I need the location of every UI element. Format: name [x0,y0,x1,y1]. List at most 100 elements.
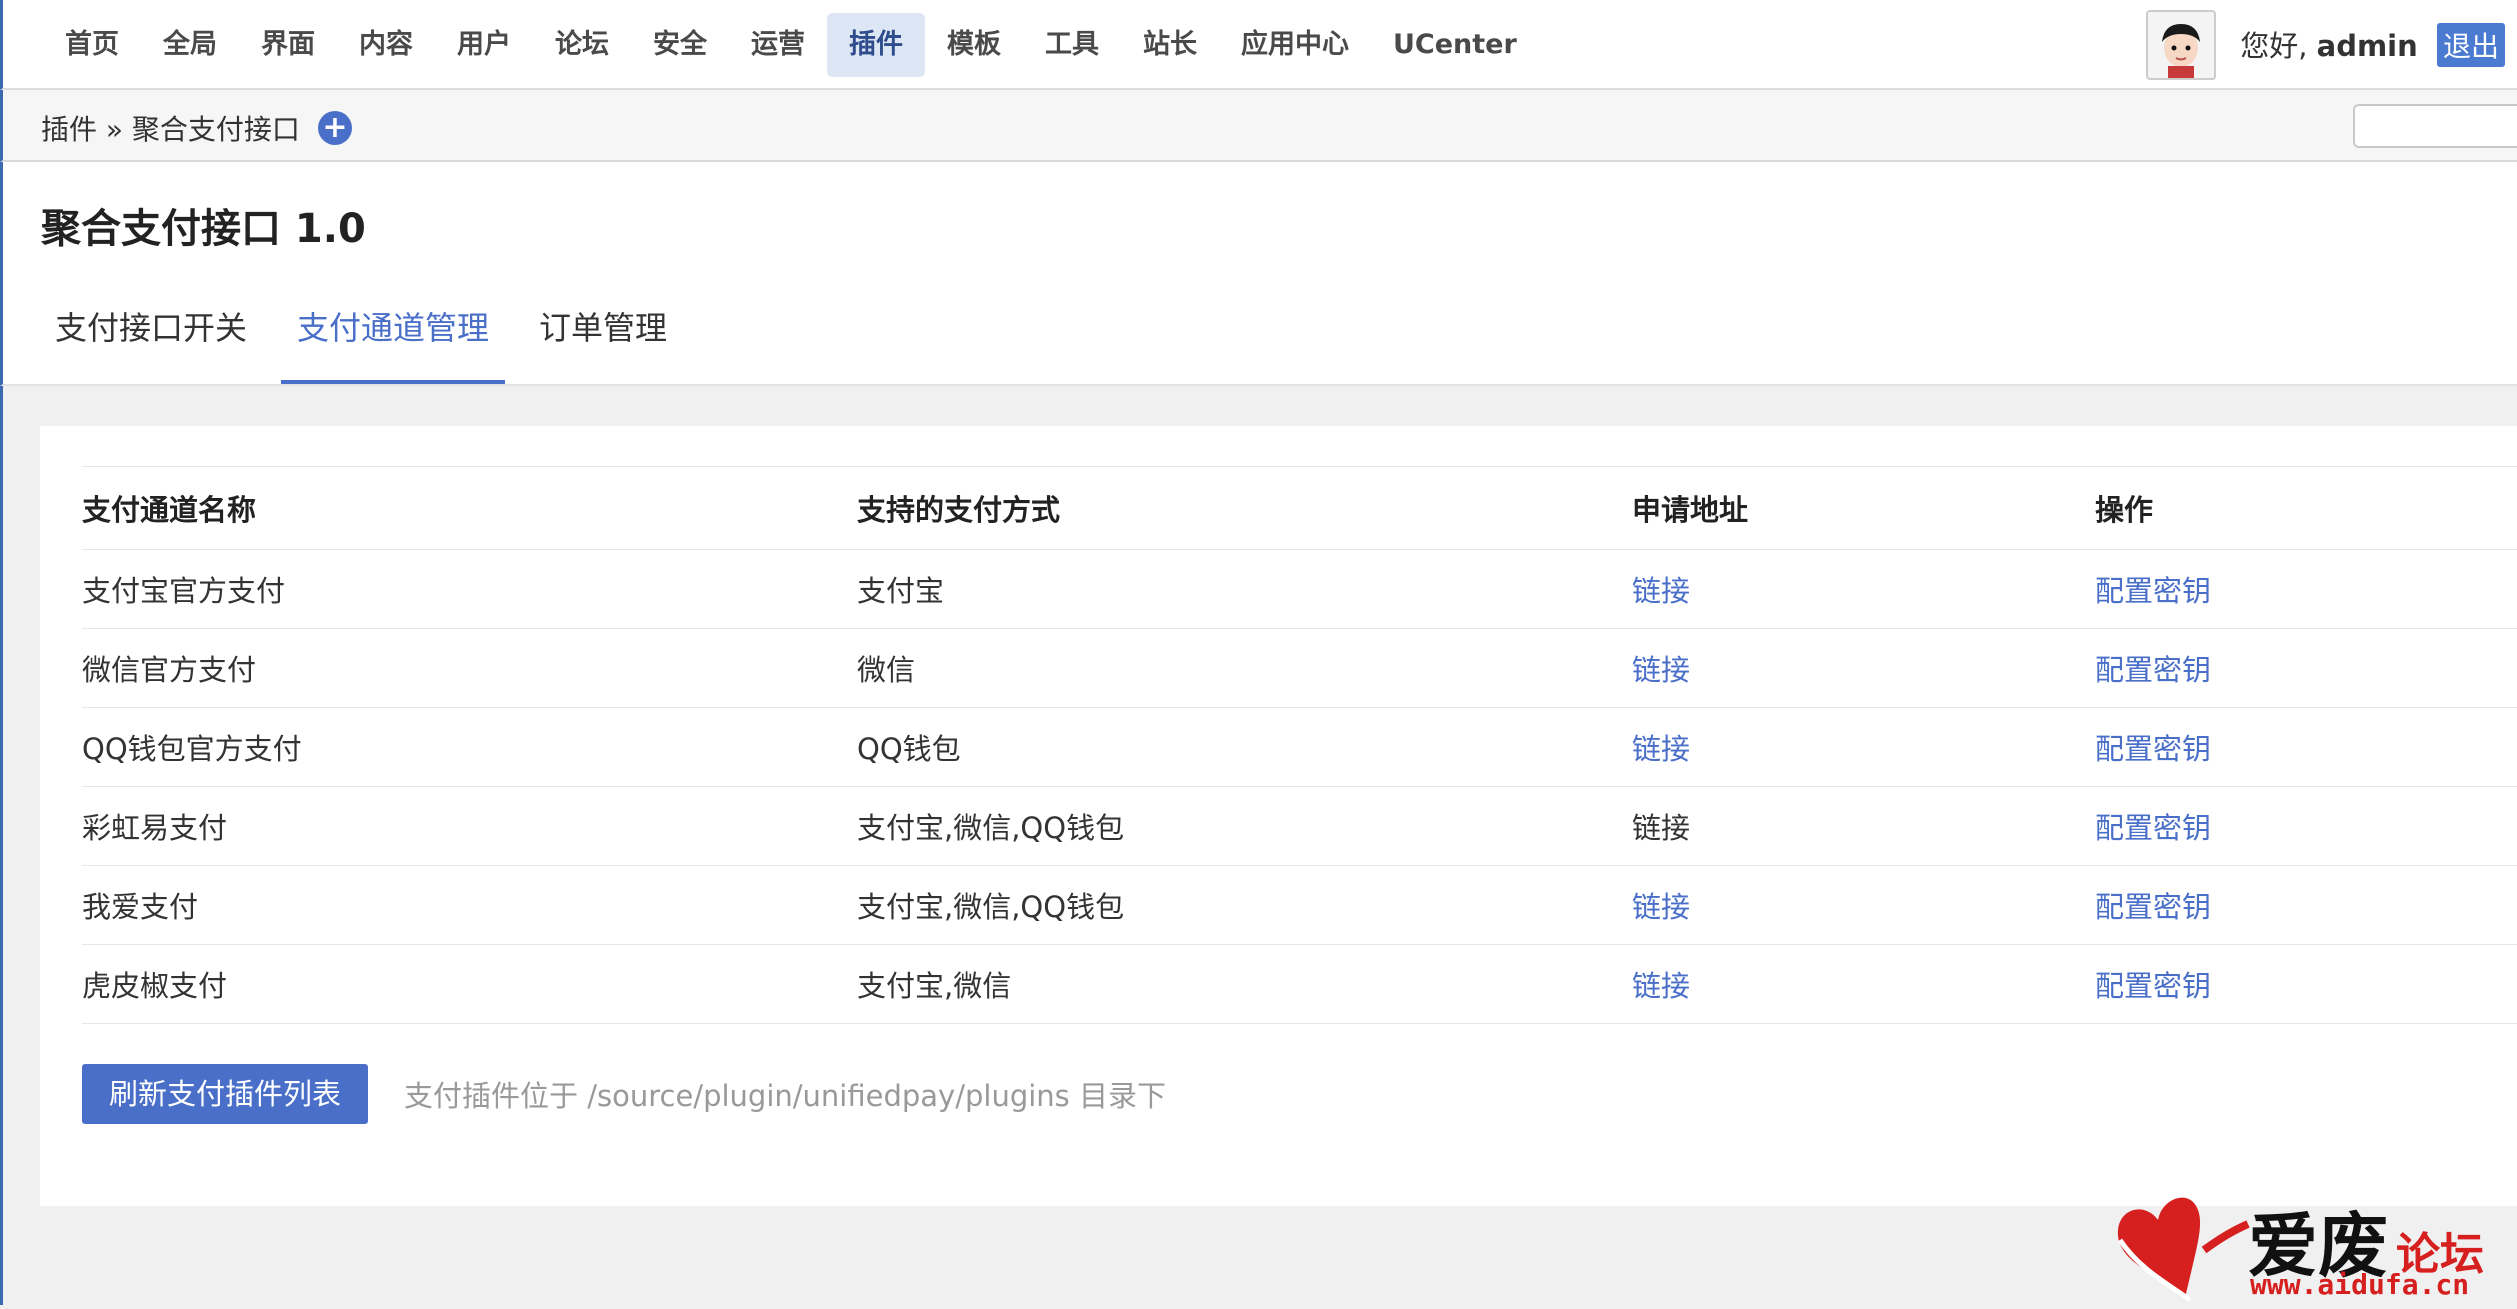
page-header: 聚合支付接口 1.0 支付接口开关 支付通道管理 订单管理 [0,162,2517,386]
table-cell: 支付宝 [857,549,1632,629]
logout-button[interactable]: 退出 [2436,23,2505,67]
table-cell: 支付宝,微信 [857,944,1632,1024]
add-shortcut-plus-icon[interactable]: + [317,111,352,145]
channel-panel: 支付通道名称 支持的支付方式 申请地址 操作 支付宝官方支付 支付宝 链接 配置密钥微… [40,426,2517,1206]
greeting: 您好, admin 退出 [2240,23,2505,67]
table-cell: 链接 [1632,944,2095,1024]
table-cell: QQ钱包 [857,707,1632,787]
table-cell: 彩虹易支付 [82,786,857,866]
breadcrumb-bar: 插件 » 聚合支付接口 + [0,90,2517,162]
nav-item[interactable]: 运营 [729,13,827,77]
apply-url-link[interactable]: 链接 [1632,890,1690,924]
table-cell: 虎皮椒支付 [82,944,857,1024]
apply-url-link[interactable]: 链接 [1632,969,1690,1003]
table-cell: 配置密钥 [2095,707,2517,787]
nav-item[interactable]: 模板 [925,13,1023,77]
breadcrumb-text: 插件 » 聚合支付接口 [41,113,300,146]
username: admin [2316,29,2418,63]
avatar[interactable] [2146,10,2217,80]
table-cell: QQ钱包官方支付 [82,707,857,787]
nav-item[interactable]: 界面 [239,13,337,77]
table-cell: 支付宝官方支付 [82,549,857,629]
nav-item[interactable]: 内容 [337,13,435,77]
table-cell: 微信 [857,628,1632,708]
table-row: 微信官方支付 微信 链接 配置密钥 [82,628,2517,708]
page-title: 聚合支付接口 1.0 [41,206,366,252]
apply-url-link[interactable]: 链接 [1632,574,1690,608]
table-cell: 链接 [1632,786,2095,866]
table-cell: 支付宝,微信,QQ钱包 [857,865,1632,945]
watermark-url: www.aidufa.cn [2250,1268,2470,1301]
table-cell: 链接 [1632,865,2095,945]
nav-item[interactable]: 全局 [141,13,239,77]
nav-item[interactable]: 用户 [435,13,533,77]
tab-item[interactable]: 支付通道管理 [281,296,506,384]
table-cell: 链接 [1632,549,2095,629]
footer-row: 刷新支付插件列表 支付插件位于 /source/plugin/unifiedpa… [82,1064,1166,1124]
apply-url-link[interactable]: 链接 [1632,732,1690,766]
nav-item[interactable]: 安全 [631,13,729,77]
cell-channel-name: 彩虹易支付 [82,811,228,845]
cell-methods: QQ钱包 [857,732,961,766]
configure-key-link[interactable]: 配置密钥 [2095,890,2211,924]
cell-channel-name: 支付宝官方支付 [82,574,286,608]
table-cell: 我爱支付 [82,865,857,945]
nav-item[interactable]: 插件 [827,13,925,77]
table-row: 虎皮椒支付 支付宝,微信 链接 配置密钥 [82,944,2517,1024]
table-cell: 配置密钥 [2095,786,2517,866]
cell-methods: 支付宝 [857,574,945,608]
top-navbar: 首页 全局 界面 内容 用户 论坛 安全 运营 插件 模板 工具 站长 应用中心 UCenter 您好, … [0,0,2517,90]
nav-item[interactable]: 站长 [1121,13,1219,77]
nav-item[interactable]: UCenter [1371,13,1539,77]
apply-url-link: 链接 [1632,811,1691,845]
table-row: 我爱支付 支付宝,微信,QQ钱包 链接 配置密钥 [82,865,2517,945]
configure-key-link[interactable]: 配置密钥 [2095,969,2211,1003]
table-cell: 配置密钥 [2095,944,2517,1024]
cell-methods: 支付宝,微信,QQ钱包 [857,811,1125,845]
search-input[interactable] [2353,104,2517,148]
user-avatar-icon [2148,12,2215,78]
header-methods: 支持的支付方式 [857,466,1632,550]
main-nav: 首页 全局 界面 内容 用户 论坛 安全 运营 插件 模板 工具 站长 应用中心 UCenter [43,8,1539,82]
table-cell: 配置密钥 [2095,549,2517,629]
configure-key-link[interactable]: 配置密钥 [2095,574,2211,608]
header-channel-name: 支付通道名称 [82,466,857,550]
table-cell: 微信官方支付 [82,628,857,708]
user-area: 您好, admin 退出 [2146,6,2505,84]
table-row: 彩虹易支付 支付宝,微信,QQ钱包 链接 配置密钥 [82,786,2517,866]
configure-key-link[interactable]: 配置密钥 [2095,811,2211,845]
tab-item[interactable]: 支付接口开关 [39,296,263,384]
cell-channel-name: 我爱支付 [82,890,199,924]
table-cell: 链接 [1632,707,2095,787]
left-edge-line [0,386,3,1305]
nav-item[interactable]: 首页 [43,13,141,77]
nav-item[interactable]: 论坛 [533,13,631,77]
refresh-plugin-list-button[interactable]: 刷新支付插件列表 [82,1064,369,1124]
cell-channel-name: 微信官方支付 [82,653,257,687]
channel-table: 支付通道名称 支持的支付方式 申请地址 操作 支付宝官方支付 支付宝 链接 配置密钥微… [82,466,2517,1024]
table-row: 支付宝官方支付 支付宝 链接 配置密钥 [82,549,2517,629]
cell-methods: 支付宝,微信 [857,969,1012,1003]
table-cell: 配置密钥 [2095,628,2517,708]
table-row: QQ钱包官方支付 QQ钱包 链接 配置密钥 [82,707,2517,787]
apply-url-link[interactable]: 链接 [1632,653,1690,687]
greeting-prefix: 您好, [2240,29,2308,63]
cell-methods: 微信 [857,653,916,687]
tab-bar: 支付接口开关 支付通道管理 订单管理 [39,296,701,384]
nav-item[interactable]: 应用中心 [1219,13,1371,77]
configure-key-link[interactable]: 配置密钥 [2095,732,2211,766]
cell-methods: 支付宝,微信,QQ钱包 [857,890,1125,924]
watermark-logo: 爱废 论坛 www.aidufa.cn [2100,1180,2517,1305]
cell-channel-name: QQ钱包官方支付 [82,732,302,766]
plugin-path-hint: 支付插件位于 /source/plugin/unifiedpay/plugins… [404,1079,1167,1113]
cell-channel-name: 虎皮椒支付 [82,969,228,1003]
tab-item[interactable]: 订单管理 [523,296,683,384]
configure-key-link[interactable]: 配置密钥 [2095,653,2211,687]
nav-item[interactable]: 工具 [1023,13,1121,77]
table-cell: 配置密钥 [2095,865,2517,945]
heart-logo-icon [2117,1197,2250,1303]
header-apply-url: 申请地址 [1632,466,2095,550]
table-cell: 链接 [1632,628,2095,708]
table-header-row: 支付通道名称 支持的支付方式 申请地址 操作 [82,466,2517,550]
table-cell: 支付宝,微信,QQ钱包 [857,786,1632,866]
